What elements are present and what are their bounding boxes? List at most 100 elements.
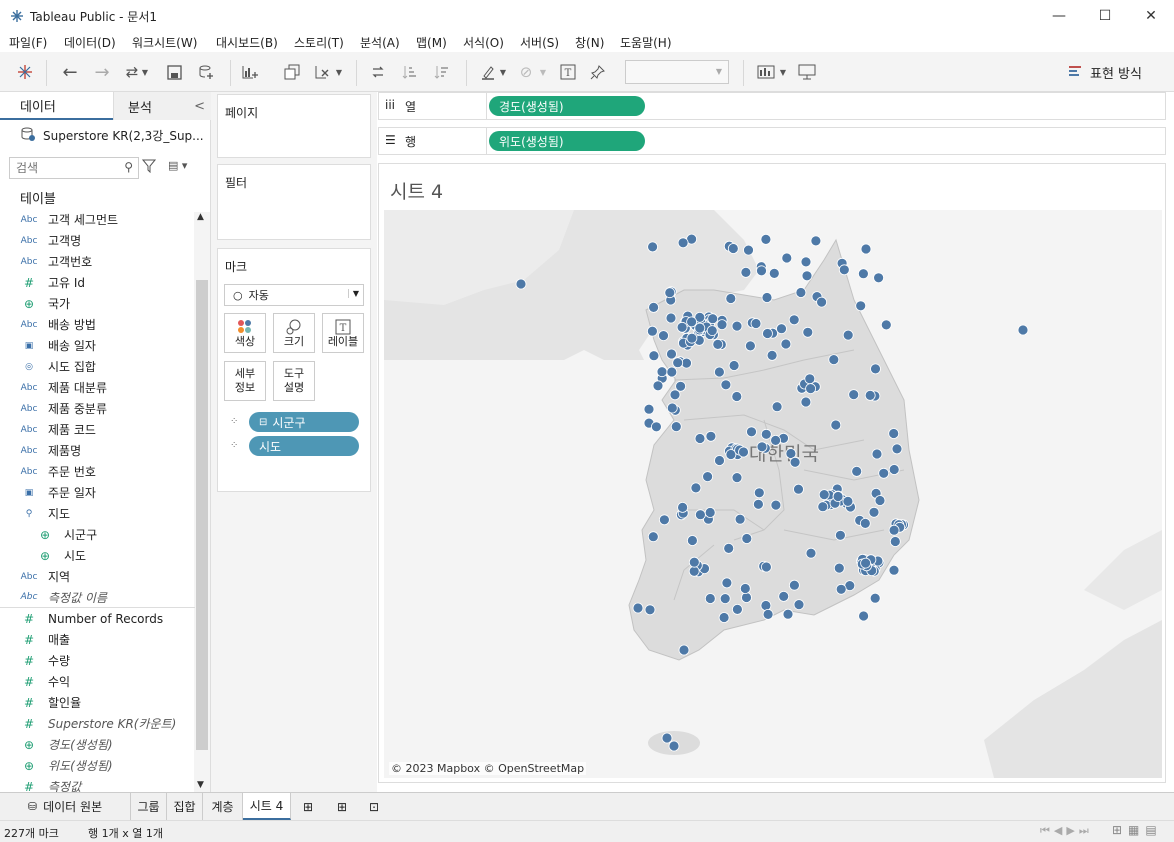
field-item[interactable]: ⚲ 지도 [0, 503, 195, 524]
map-mark[interactable] [705, 430, 717, 442]
field-item[interactable]: Abc 고객명 [0, 230, 195, 251]
map-mark[interactable] [816, 296, 828, 308]
map-mark[interactable] [817, 501, 829, 513]
mark-pill-sido[interactable]: 시도 [249, 436, 359, 456]
map-mark[interactable] [668, 740, 680, 752]
menu-data[interactable]: 데이터(D) [64, 34, 116, 51]
map-mark[interactable] [805, 383, 817, 395]
map-mark[interactable] [721, 577, 733, 589]
redo-icon[interactable]: → [92, 62, 112, 83]
clear-sheet-icon[interactable] [312, 62, 332, 82]
field-item[interactable]: # 할인율 [0, 692, 195, 713]
tooltip-button[interactable]: 도구 설명 [273, 361, 315, 401]
filter-icon[interactable] [141, 159, 158, 177]
chevron-down-icon[interactable]: ▼ [778, 62, 788, 82]
field-item[interactable]: ⊕ 위도(생성됨) [0, 755, 195, 776]
map-mark[interactable] [789, 456, 801, 468]
color-button[interactable]: 색상 [224, 313, 266, 353]
pin-icon[interactable] [588, 62, 608, 82]
map-mark[interactable] [800, 396, 812, 408]
field-item[interactable]: # 매출 [0, 629, 195, 650]
map-mark[interactable] [874, 495, 886, 506]
map-mark[interactable] [652, 380, 664, 392]
map-mark[interactable] [771, 401, 783, 413]
map-mark[interactable] [650, 421, 662, 433]
field-item[interactable]: # 고유 Id [0, 272, 195, 293]
map-mark[interactable] [768, 268, 780, 279]
map-mark[interactable] [746, 426, 757, 438]
map-mark[interactable] [648, 350, 660, 362]
field-item[interactable]: Abc 고객번호 [0, 251, 195, 272]
chevron-down-icon[interactable]: ▼ [538, 62, 548, 82]
attach-icon[interactable]: ⊘ [516, 62, 536, 82]
map-mark[interactable] [741, 592, 752, 603]
map-mark[interactable] [670, 421, 682, 433]
map-mark[interactable] [666, 402, 678, 414]
map-mark[interactable] [731, 472, 743, 484]
map-mark[interactable] [658, 330, 669, 341]
field-item[interactable]: ⊕ 경도(생성됨) [0, 734, 195, 755]
columns-pill-longitude[interactable]: 경도(생성됨) [489, 96, 645, 116]
map-mark[interactable] [760, 561, 772, 573]
menu-story[interactable]: 스토리(T) [294, 34, 344, 51]
map-mark[interactable] [731, 391, 743, 402]
map-mark[interactable] [888, 524, 900, 536]
map-canvas[interactable]: 대한민국 [384, 210, 1162, 778]
map-mark[interactable] [801, 270, 813, 282]
rows-pill-latitude[interactable]: 위도(생성됨) [489, 131, 645, 151]
tableau-home-icon[interactable] [15, 62, 35, 82]
map-mark[interactable] [738, 446, 749, 458]
map-mark[interactable] [770, 434, 782, 446]
menu-server[interactable]: 서버(S) [520, 34, 559, 51]
detail-button[interactable]: 세부 정보 [224, 361, 266, 401]
map-mark[interactable] [702, 471, 714, 483]
size-button[interactable]: 크기 [273, 313, 315, 353]
rows-shelf[interactable]: ☰ 행 위도(생성됨) [378, 127, 1166, 155]
undo-icon[interactable]: ← [60, 62, 80, 83]
map-mark[interactable] [740, 267, 752, 278]
map-mark[interactable] [713, 366, 725, 378]
map-mark[interactable] [864, 389, 876, 401]
map-mark[interactable] [675, 380, 687, 392]
map-mark[interactable] [871, 448, 883, 460]
menu-file[interactable]: 파일(F) [9, 34, 47, 51]
map-mark[interactable] [793, 483, 804, 495]
mark-pill-sigungu[interactable]: ⊟ 시군구 [249, 412, 359, 432]
search-field[interactable]: ⚲ [9, 157, 139, 179]
map-mark[interactable] [788, 579, 800, 591]
map-mark[interactable] [666, 366, 678, 378]
map-mark[interactable] [707, 313, 719, 325]
map-mark[interactable] [851, 465, 863, 477]
map-mark[interactable] [860, 557, 872, 569]
map-mark[interactable] [793, 599, 805, 611]
map-mark[interactable] [762, 608, 774, 620]
map-mark[interactable] [686, 535, 698, 546]
map-mark[interactable] [690, 482, 702, 494]
map-mark[interactable] [838, 264, 850, 276]
field-item[interactable]: ⊕ 시군구 [0, 524, 195, 545]
map-mark[interactable] [766, 349, 778, 361]
field-item[interactable]: ▣ 배송 일자 [0, 335, 195, 356]
map-mark[interactable] [515, 278, 527, 290]
map-mark[interactable] [734, 513, 746, 525]
map-mark[interactable] [694, 509, 706, 521]
map-mark[interactable] [781, 252, 793, 264]
scrollbar[interactable]: ▲ ▼ [194, 212, 210, 792]
sheet-navigation-icon[interactable]: ⏮◀▶⏭ [1040, 824, 1093, 838]
map-mark[interactable] [719, 593, 731, 605]
map-mark[interactable] [873, 272, 885, 284]
new-datasource-icon[interactable] [196, 62, 216, 82]
map-mark[interactable] [782, 608, 794, 620]
map-mark[interactable] [731, 320, 743, 332]
view-options-icon[interactable]: ▤ ▾ [168, 159, 198, 177]
map-mark[interactable] [760, 233, 772, 245]
tab-hierarchy[interactable]: 계층 [203, 793, 243, 820]
map-mark[interactable] [648, 302, 660, 313]
map-mark[interactable] [677, 237, 689, 249]
map-mark[interactable] [860, 243, 872, 255]
new-worksheet-icon[interactable] [240, 62, 260, 82]
map-mark[interactable] [694, 433, 706, 444]
map-mark[interactable] [761, 292, 773, 303]
map-mark[interactable] [716, 319, 728, 330]
map-mark[interactable] [658, 514, 670, 526]
